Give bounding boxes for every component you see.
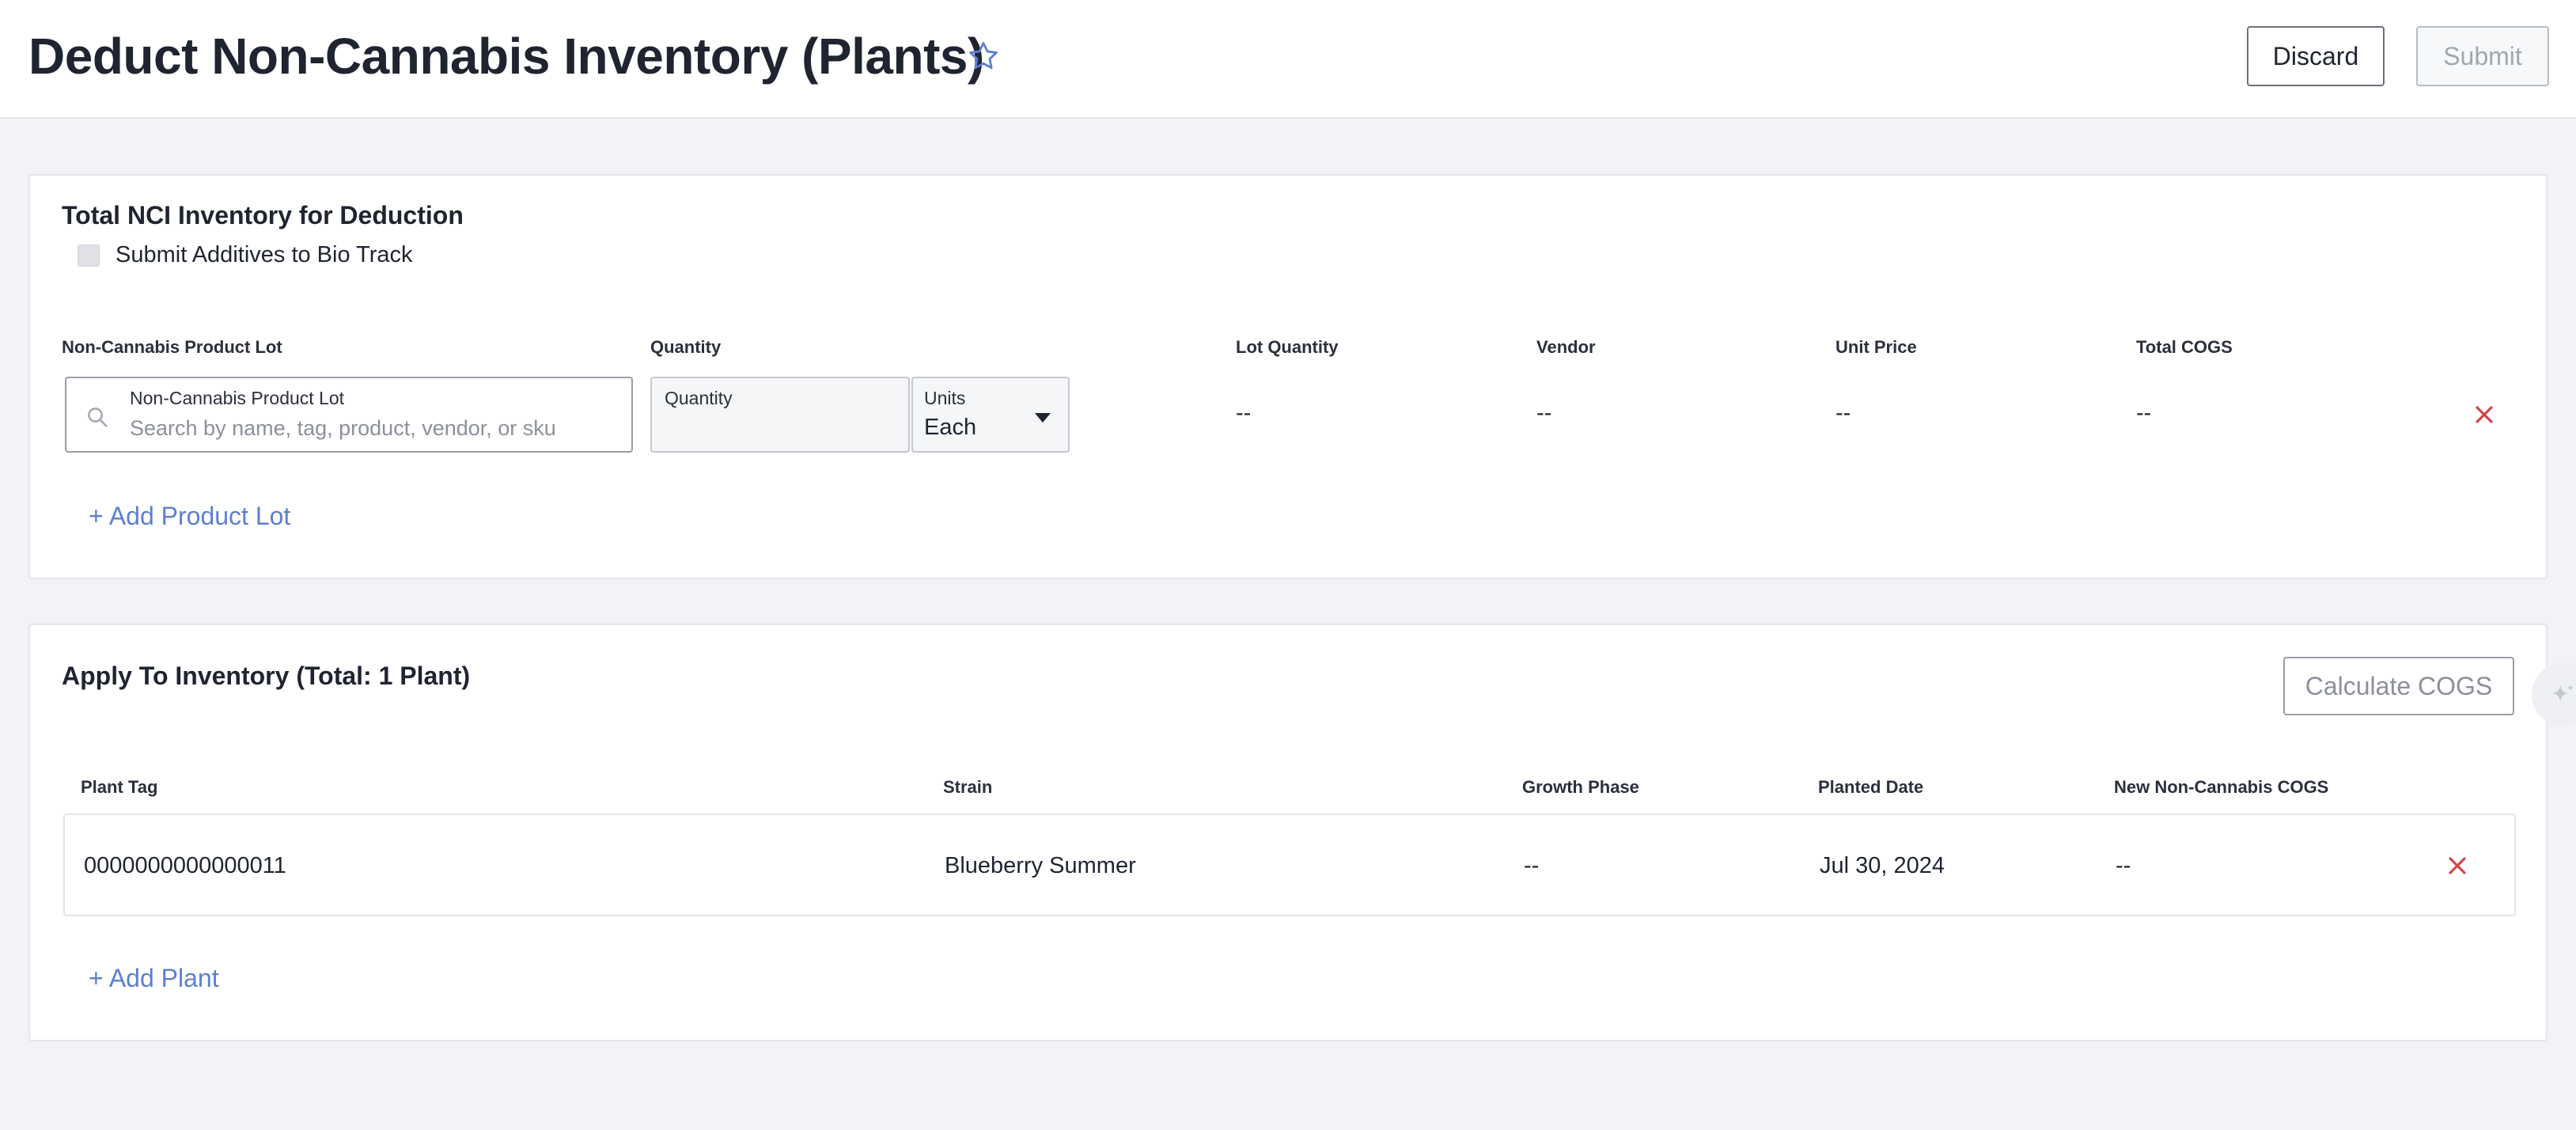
- column-header-lot-quantity: Lot Quantity: [1236, 337, 1339, 357]
- star-outline-icon[interactable]: [967, 40, 1000, 73]
- remove-plant-icon[interactable]: [2448, 856, 2467, 875]
- unit-price-value: --: [1835, 400, 1851, 426]
- submit-button[interactable]: Submit: [2416, 26, 2549, 86]
- column-header-quantity: Quantity: [650, 337, 722, 357]
- strain-cell: Blueberry Summer: [945, 853, 1136, 878]
- submit-additives-checkbox-row[interactable]: Submit Additives to Bio Track: [78, 242, 413, 268]
- sparkle-icon: [2552, 684, 2574, 703]
- search-icon: [88, 408, 108, 427]
- apply-section-title: Apply To Inventory (Total: 1 Plant): [62, 662, 471, 690]
- column-header-strain: Strain: [943, 777, 993, 797]
- caret-down-icon: [1035, 413, 1051, 423]
- page-title: Deduct Non-Cannabis Inventory (Plants): [28, 28, 984, 85]
- calculate-cogs-button[interactable]: Calculate COGS: [2283, 657, 2514, 715]
- column-header-product-lot: Non-Cannabis Product Lot: [62, 337, 282, 357]
- product-lot-search-field[interactable]: Non-Cannabis Product Lot Search by name,…: [65, 377, 633, 453]
- planted-date-cell: Jul 30, 2024: [1820, 853, 1945, 878]
- new-cogs-cell: --: [2116, 853, 2131, 878]
- column-header-growth-phase: Growth Phase: [1522, 777, 1639, 797]
- product-lot-field-label: Non-Cannabis Product Lot: [130, 388, 345, 408]
- lot-quantity-value: --: [1236, 400, 1252, 426]
- column-header-vendor: Vendor: [1536, 337, 1596, 357]
- plant-tag-cell: 0000000000000011: [84, 853, 286, 878]
- nci-section-title: Total NCI Inventory for Deduction: [62, 201, 464, 229]
- units-select-label: Units: [924, 388, 966, 408]
- units-select-value: Each: [924, 415, 977, 440]
- column-header-unit-price: Unit Price: [1835, 337, 1917, 357]
- quantity-field-label: Quantity: [665, 388, 733, 408]
- column-header-planted-date: Planted Date: [1818, 777, 1924, 797]
- vendor-value: --: [1536, 400, 1552, 426]
- submit-additives-checkbox[interactable]: [78, 244, 100, 267]
- column-header-new-cogs: New Non-Cannabis COGS: [2114, 777, 2329, 797]
- total-cogs-value: --: [2136, 400, 2152, 426]
- apply-to-inventory-card: Apply To Inventory (Total: 1 Plant) Calc…: [28, 624, 2548, 1041]
- discard-button[interactable]: Discard: [2247, 26, 2385, 86]
- add-product-lot-link[interactable]: + Add Product Lot: [89, 502, 290, 531]
- add-plant-link[interactable]: + Add Plant: [89, 964, 219, 993]
- growth-phase-cell: --: [1524, 853, 1540, 878]
- table-row: 0000000000000011 Blueberry Summer -- Jul…: [63, 813, 2516, 916]
- column-header-plant-tag: Plant Tag: [81, 777, 158, 797]
- units-select[interactable]: Units Each: [911, 377, 1070, 453]
- quantity-field[interactable]: Quantity: [650, 377, 910, 453]
- column-header-total-cogs: Total COGS: [2136, 337, 2233, 357]
- page-header: Deduct Non-Cannabis Inventory (Plants) D…: [0, 0, 2576, 119]
- nci-inventory-card: Total NCI Inventory for Deduction Submit…: [28, 174, 2548, 579]
- product-lot-placeholder: Search by name, tag, product, vendor, or…: [130, 416, 556, 440]
- remove-product-lot-icon[interactable]: [2475, 405, 2494, 424]
- submit-additives-label: Submit Additives to Bio Track: [116, 242, 413, 267]
